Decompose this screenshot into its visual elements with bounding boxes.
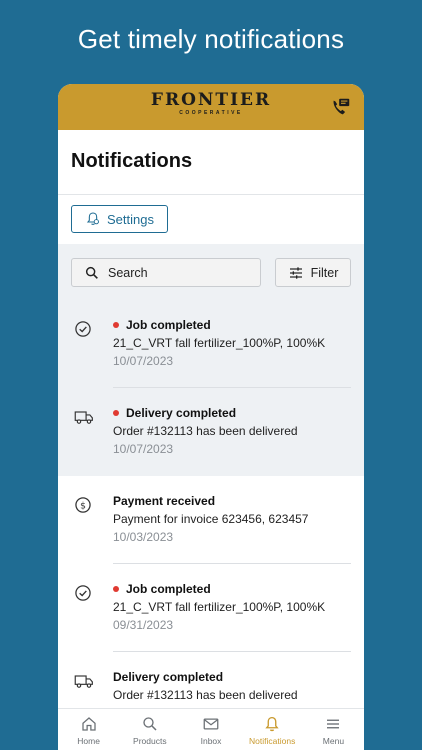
notification-item[interactable]: Job completed 21_C_VRT fall fertilizer_1… (58, 300, 364, 388)
nav-label: Notifications (249, 736, 296, 746)
notification-date: 09/31/2023 (113, 618, 174, 632)
unread-dot (113, 410, 119, 416)
home-icon (81, 717, 96, 731)
notification-body: 21_C_VRT fall fertilizer_100%P, 100%K (113, 600, 326, 614)
check-circle-icon (73, 583, 93, 603)
notification-item[interactable]: Delivery completed Order #132113 has bee… (58, 388, 364, 476)
promo-headline: Get timely notifications (77, 24, 345, 54)
notification-title: Job completed (126, 318, 211, 332)
nav-item-products[interactable]: Products (119, 709, 180, 750)
notification-date: 10/07/2023 (113, 354, 174, 368)
filter-sliders-icon (289, 266, 302, 279)
notification-body: Payment for invoice 623456, 623457 (113, 512, 309, 526)
notification-item[interactable]: $ Payment received Payment for invoice 6… (58, 476, 364, 564)
app-screen: FRONTIER COOPERATIVE Notifications Setti… (58, 84, 364, 750)
search-icon (85, 266, 98, 279)
notification-body: Order #132113 has been delivered (113, 688, 298, 702)
notification-title: Delivery completed (113, 670, 224, 684)
search-toolbar: Search Filter (58, 244, 364, 300)
notification-date: 10/03/2023 (113, 530, 174, 544)
search-input[interactable]: Search (71, 258, 261, 287)
contact-phone-icon[interactable] (330, 96, 352, 118)
notification-list: Job completed 21_C_VRT fall fertilizer_1… (58, 300, 364, 708)
nav-label: Inbox (200, 736, 222, 746)
bell-settings-icon (86, 212, 100, 225)
unread-dot (113, 586, 119, 592)
notification-date: 10/07/2023 (113, 442, 174, 456)
nav-label: Home (77, 736, 100, 746)
nav-label: Products (133, 736, 167, 746)
settings-label: Settings (107, 211, 154, 227)
notification-title: Job completed (126, 582, 211, 596)
nav-item-home[interactable]: Home (58, 709, 119, 750)
search-placeholder: Search (108, 265, 148, 280)
nav-item-notifications[interactable]: Notifications (242, 709, 303, 750)
notification-title: Delivery completed (126, 406, 237, 420)
filter-label: Filter (310, 265, 339, 280)
truck-icon (73, 671, 93, 691)
nav-item-menu[interactable]: Menu (303, 709, 364, 750)
bottom-navigation: Home Products Inbox Notifications Menu (58, 708, 364, 750)
svg-text:$: $ (80, 500, 86, 511)
filter-button[interactable]: Filter (275, 258, 351, 287)
notification-body: Order #132113 has been delivered (113, 424, 298, 438)
app-header: FRONTIER COOPERATIVE (58, 84, 364, 130)
page-title: Notifications (71, 150, 193, 172)
logo-subtitle: COOPERATIVE (179, 110, 243, 116)
nav-label: Menu (322, 736, 345, 746)
notification-title: Payment received (113, 494, 216, 508)
unread-dot (113, 322, 119, 328)
dollar-circle-icon: $ (73, 495, 93, 515)
divider (58, 194, 364, 195)
notification-item[interactable]: Delivery completed Order #132113 has bee… (58, 652, 364, 708)
brand-logo: FRONTIER COOPERATIVE (58, 90, 364, 117)
check-circle-icon (73, 319, 93, 339)
settings-button[interactable]: Settings (71, 205, 168, 233)
truck-icon (73, 407, 93, 427)
notification-item[interactable]: Job completed 21_C_VRT fall fertilizer_1… (58, 564, 364, 652)
notification-body: 21_C_VRT fall fertilizer_100%P, 100%K (113, 336, 326, 350)
bell-icon (265, 716, 279, 732)
logo-wordmark: FRONTIER (150, 90, 272, 110)
nav-item-inbox[interactable]: Inbox (180, 709, 241, 750)
search-icon (143, 717, 157, 731)
mail-icon (203, 718, 219, 730)
menu-icon (327, 719, 340, 729)
